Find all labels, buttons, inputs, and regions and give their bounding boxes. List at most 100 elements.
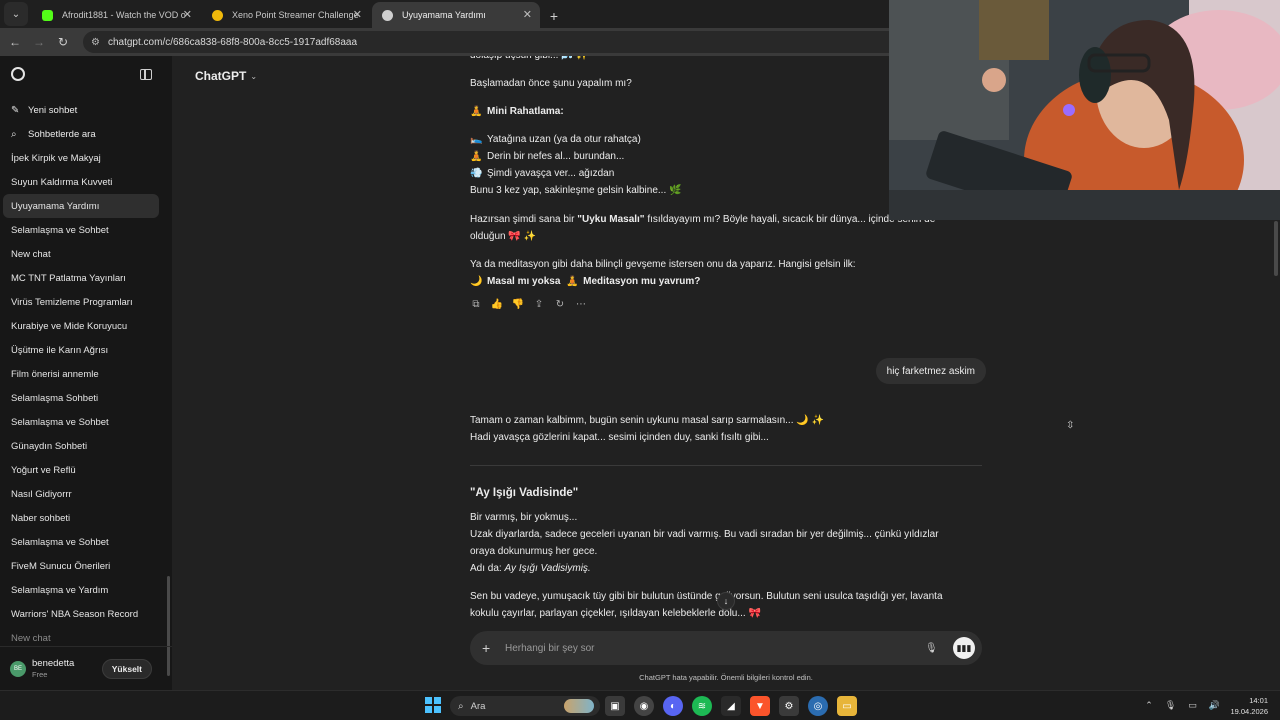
sidebar-conversation-item[interactable]: New chat [3,242,159,266]
close-icon[interactable]: ✕ [183,8,192,21]
voice-mode-button[interactable]: ▮▮▮ [953,637,975,659]
list-item: 🛌 Yatağına uzan (ya da otur rahatça) [470,131,641,148]
browser-tab-chatgpt[interactable]: Uyuyamama Yardımı ✕ [372,2,540,28]
volume-icon[interactable]: 🔊 [1209,700,1220,711]
bed-emoji-icon: 🛌 [470,134,483,145]
copy-icon[interactable]: ⧉ [470,298,482,310]
message-text: Hazırsan şimdi sana bir "Uyku Masalı" fı… [470,211,935,228]
forward-arrow-icon[interactable]: → [27,35,51,49]
tab-title: Afrodit1881 - Watch the VOD o [62,10,186,20]
new-chat-button[interactable]: ✎ Yeni sohbet [0,98,172,122]
clock-time: 14:01 [1249,696,1268,705]
sidebar-conversation-item[interactable]: Nasıl Gidiyorrr [3,482,159,506]
message-actions: ⧉ 👍 👎 ⇪ ↻ ⋯ [470,298,587,310]
chevron-down-icon: ⌄ [11,8,21,20]
sidebar-conversation-item[interactable]: Film önerisi annemle [3,362,159,386]
system-tray: ⌃ 🎙 ▭ 🔊 [1145,700,1220,711]
windows-start-icon[interactable] [425,697,441,713]
message-text: Uzak diyarlarda, sadece geceleri uyanan … [470,529,939,540]
bold-text: "Uyku Masalı" [577,214,645,225]
taskbar-search[interactable]: ⌕ Ara [450,696,600,716]
back-arrow-icon[interactable]: ← [3,35,27,49]
task-view-icon[interactable]: ▣ [605,696,625,716]
message-text: Sen bu vadeye, yumuşacık tüy gibi bir bu… [470,591,943,602]
sidebar-conversation-item-active[interactable]: Uyuyamama Yardımı [3,194,159,218]
user-menu[interactable]: BE benedetta Free Yükselt [0,646,172,690]
browser-tab-xeno[interactable]: Xeno Point Streamer Challenge ✕ [202,2,370,28]
thumbs-down-icon[interactable]: 👎 [512,298,524,310]
openai-logo-icon[interactable] [11,67,25,81]
discord-icon[interactable]: ◐ [663,696,683,716]
sidebar-conversation-item[interactable]: İpek Kirpik ve Makyaj [3,146,159,170]
model-selector[interactable]: ChatGPT ⌄ [195,69,257,83]
user-message: hiç farketmez askim [875,358,986,384]
conversation-list: İpek Kirpik ve Makyaj Suyun Kaldırma Kuv… [0,146,172,650]
close-icon[interactable]: ✕ [353,8,362,21]
spotify-icon[interactable]: ≋ [692,696,712,716]
sidebar-conversation-item[interactable]: Kurabiye ve Mide Koruyucu [3,314,159,338]
reload-icon[interactable]: ↻ [51,35,75,49]
prompt-input[interactable]: Herhangi bir şey sor [505,643,925,654]
scroll-to-bottom-button[interactable]: ↓ [717,592,735,610]
browser-tab-kick[interactable]: Afrodit1881 - Watch the VOD o ✕ [32,2,200,28]
chrome-icon[interactable]: ◎ [808,696,828,716]
sidebar-conversation-item[interactable]: Naber sohbeti [3,506,159,530]
site-info-icon[interactable]: ⚙ [91,37,100,48]
xeno-favicon-icon [212,10,223,21]
story-title: "Ay Işığı Vadisinde" [470,487,579,499]
sidebar: ✎ Yeni sohbet ⌕ Sohbetlerde ara İpek Kir… [0,56,172,690]
sidebar-conversation-item[interactable]: Suyun Kaldırma Kuvveti [3,170,159,194]
microphone-icon[interactable]: 🎙 [925,643,939,654]
composer: + Herhangi bir şey sor 🎙 ▮▮▮ [470,631,982,665]
brave-icon[interactable]: ▼ [750,696,770,716]
app-icon[interactable]: ◢ [721,696,741,716]
sidebar-conversation-item[interactable]: MC TNT Patlatma Yayınları [3,266,159,290]
microphone-icon[interactable]: 🎙 [1165,700,1176,711]
sidebar-conversation-item[interactable]: Warriors' NBA Season Record [3,602,159,626]
webcam-overlay [889,0,1280,220]
kick-favicon-icon [42,10,53,21]
upgrade-button[interactable]: Yükselt [101,659,152,679]
sidebar-conversation-item[interactable]: Virüs Temizleme Programları [3,290,159,314]
chat-scrollbar[interactable] [1274,221,1278,276]
sidebar-conversation-item[interactable]: Günaydın Sohbeti [3,434,159,458]
plus-icon[interactable]: + [482,640,496,656]
tab-search-menu-button[interactable]: ⌄ [4,2,28,26]
sidebar-conversation-item[interactable]: Üşütme ile Karın Ağrısı [3,338,159,362]
address-bar[interactable]: ⚙ chatgpt.com/c/686ca838-68f8-800a-8cc5-… [83,31,923,53]
sidebar-conversation-item[interactable]: Selamlaşma ve Sohbet [3,530,159,554]
thumbs-up-icon[interactable]: 👍 [491,298,503,310]
sidebar-conversation-item[interactable]: Selamlaşma Sohbeti [3,386,159,410]
regenerate-icon[interactable]: ↻ [554,298,566,310]
share-icon[interactable]: ⇪ [533,298,545,310]
sidebar-conversation-item[interactable]: Yoğurt ve Reflü [3,458,159,482]
more-icon[interactable]: ⋯ [575,298,587,310]
wind-emoji-icon: 💨 [470,168,483,179]
edit-icon: ✎ [11,104,20,116]
sidebar-conversation-item[interactable]: FiveM Sunucu Önerileri [3,554,159,578]
list-item-text: Derin bir nefes al... burundan... [487,151,625,162]
close-icon[interactable]: ✕ [523,8,532,21]
network-icon[interactable]: ▭ [1188,700,1197,711]
close-sidebar-icon[interactable] [140,68,152,80]
clock[interactable]: 14:01 19.04.2026 [1230,695,1268,717]
moon-emoji-icon: 🌙 [470,276,483,287]
sidebar-conversation-item[interactable]: Selamlaşma ve Sohbet [3,410,159,434]
obs-icon[interactable]: ◉ [634,696,654,716]
chevron-up-icon[interactable]: ⌃ [1145,700,1153,711]
search-chats-button[interactable]: ⌕ Sohbetlerde ara [0,122,172,146]
heading-text: Mini Rahatlama: [487,106,564,117]
file-explorer-icon[interactable]: ▭ [837,696,857,716]
meditation-emoji-icon: 🧘 [566,276,579,287]
italic-text: Ay Işığı Vadisiymiş. [504,563,591,574]
list-item-text: Yatağına uzan (ya da otur rahatça) [487,134,641,145]
bold-text: Meditasyon mu yavrum? [583,276,701,287]
user-info: benedetta Free [32,658,74,679]
taskbar-search-label: Ara [470,700,486,712]
sidebar-conversation-item[interactable]: Selamlaşma ve Yardım [3,578,159,602]
sidebar-conversation-item[interactable]: Selamlaşma ve Sohbet [3,218,159,242]
screen: ⌄ Afrodit1881 - Watch the VOD o ✕ Xeno P… [0,0,1280,720]
message-text: Hadi yavaşça gözlerini kapat... sesimi i… [470,432,769,443]
new-tab-button[interactable]: + [542,4,566,28]
steam-icon[interactable]: ⚙ [779,696,799,716]
